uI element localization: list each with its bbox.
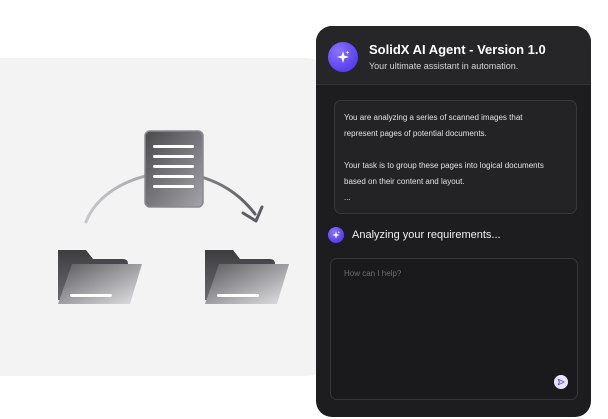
prompt-line: based on their content and layout. (344, 177, 465, 186)
ai-agent-window: SolidX AI Agent - Version 1.0 Your ultim… (316, 26, 591, 417)
agent-title: SolidX AI Agent - Version 1.0 (369, 42, 546, 57)
sparkle-icon (328, 227, 344, 243)
chat-input[interactable] (331, 259, 577, 399)
chat-input-box (330, 258, 578, 400)
sparkle-icon (328, 42, 358, 72)
send-button[interactable] (554, 375, 568, 389)
agent-header: SolidX AI Agent - Version 1.0 Your ultim… (316, 26, 591, 85)
folder-icon (58, 250, 142, 304)
folder-icon (205, 250, 289, 304)
prompt-line: You are analyzing a series of scanned im… (344, 113, 523, 122)
agent-subtitle: Your ultimate assistant in automation. (369, 61, 519, 71)
status-text: Analyzing your requirements... (352, 229, 501, 241)
send-icon (557, 378, 565, 386)
document-sorting-illustration (58, 130, 289, 304)
prompt-spacer (344, 142, 567, 158)
prompt-line: ... (344, 193, 351, 202)
document-icon (144, 130, 204, 208)
prompt-message: You are analyzing a series of scanned im… (334, 100, 577, 214)
status-indicator: Analyzing your requirements... (328, 226, 501, 244)
prompt-line: represent pages of potential documents. (344, 129, 487, 138)
prompt-line: Your task is to group these pages into l… (344, 161, 544, 170)
